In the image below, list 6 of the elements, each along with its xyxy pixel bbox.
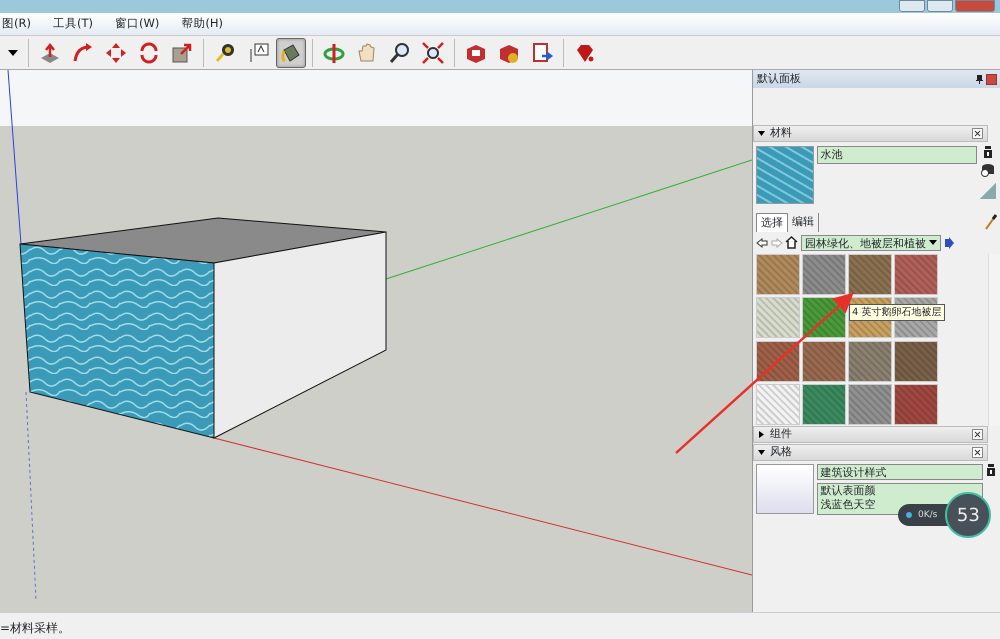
status-text: =材料采样。 [0, 621, 70, 635]
section-title: 材料 [770, 125, 792, 142]
tray-title: 默认面板 [757, 70, 801, 87]
section-title: 风格 [770, 444, 792, 460]
material-tooltip: 4 英寸鹅卵石地被层 [849, 304, 945, 321]
section-title: 组件 [770, 426, 792, 442]
